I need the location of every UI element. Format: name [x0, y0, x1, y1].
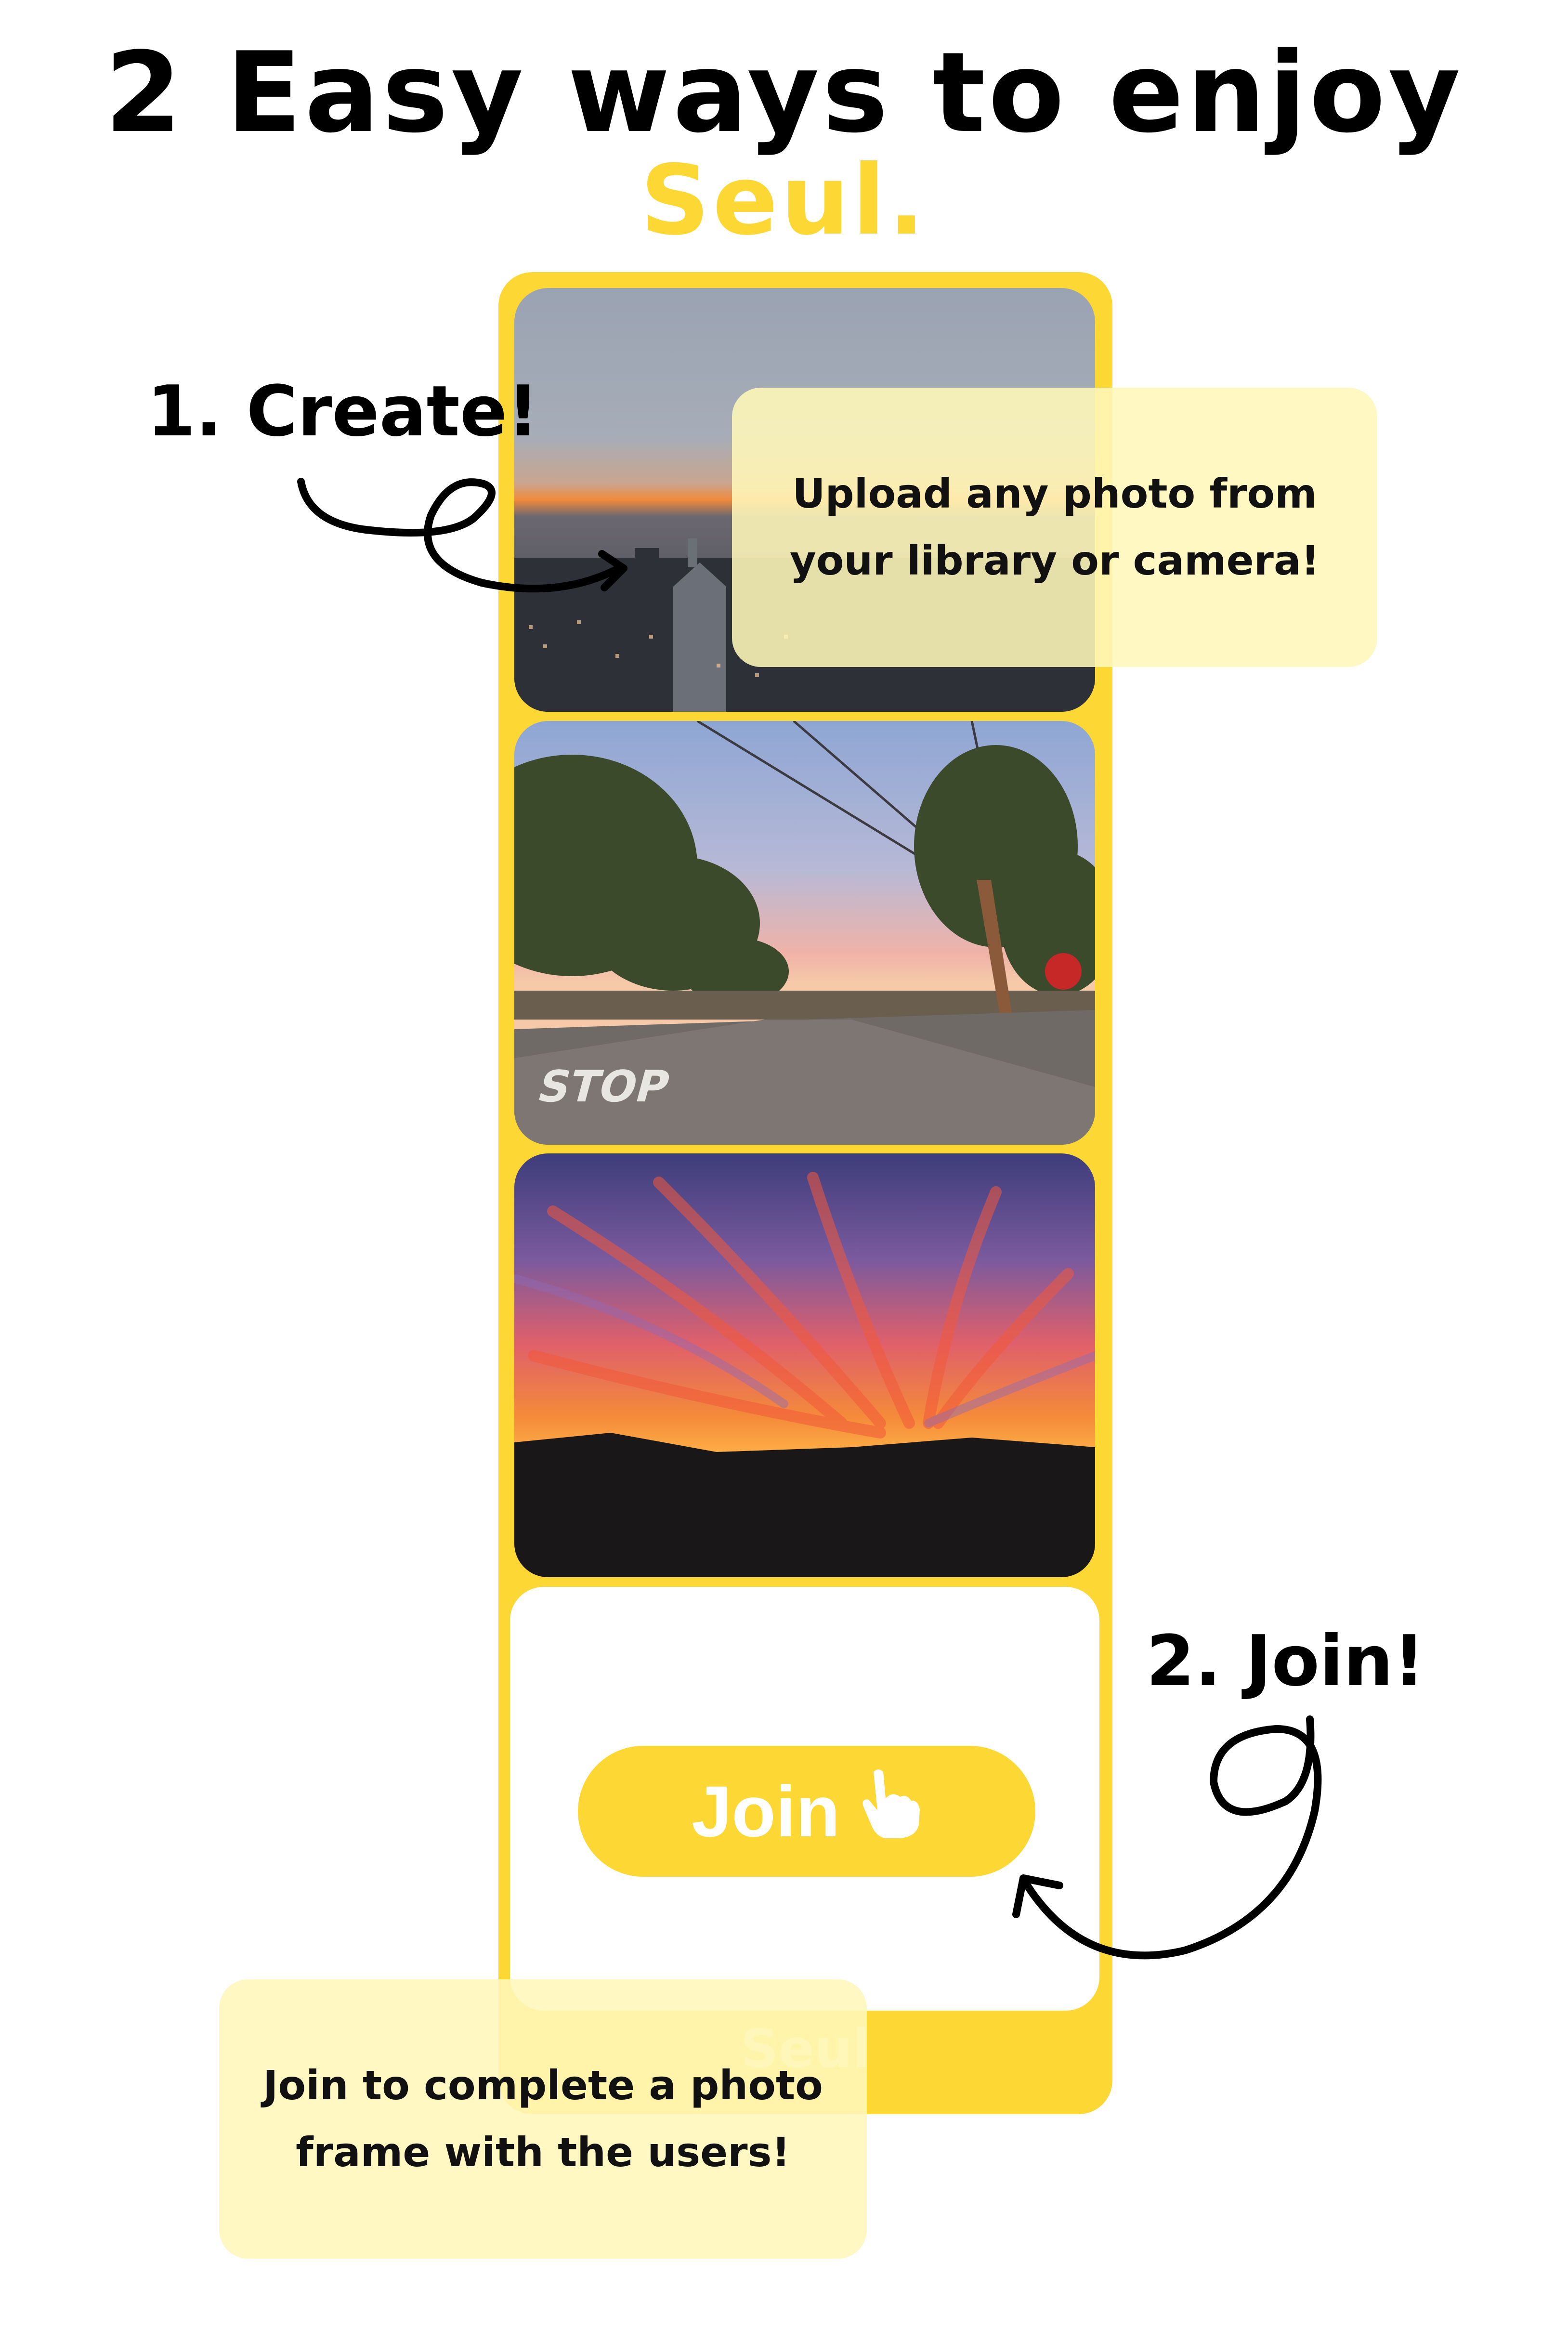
pointing-hand-icon: [859, 1767, 922, 1856]
join-button-label: Join: [691, 1770, 840, 1852]
join-button[interactable]: Join: [578, 1746, 1035, 1877]
brand-name: Seul.: [640, 144, 928, 257]
road-stop-marking: STOP: [533, 1061, 676, 1112]
create-note-card: Upload any photo from your library or ca…: [732, 388, 1377, 667]
step-create-label: 1. Create!: [147, 371, 539, 452]
step-join-label: 2. Join!: [1146, 1621, 1425, 1702]
street-stop-photo: STOP: [514, 721, 1095, 1145]
join-note-card: Join to complete a photo frame with the …: [219, 1979, 867, 2259]
sunset-sky-photo: [514, 1153, 1095, 1577]
join-note-text: Join to complete a photo frame with the …: [263, 2062, 823, 2176]
page-title: 2 Easy ways to enjoy: [105, 29, 1463, 157]
create-note-text: Upload any photo from your library or ca…: [790, 470, 1320, 584]
